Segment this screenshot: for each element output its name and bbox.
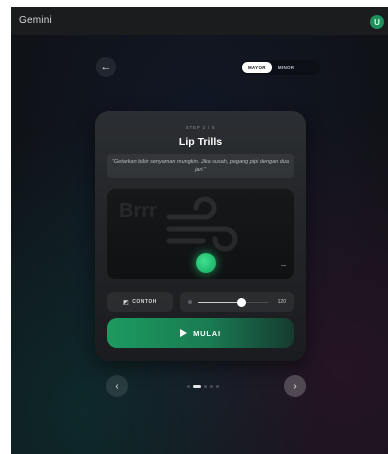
chevron-left-icon: ‹ xyxy=(115,380,119,392)
start-button[interactable]: MULAI xyxy=(107,318,294,348)
exercise-visual: Brrr xyxy=(107,189,294,279)
pagination-dot-active[interactable] xyxy=(193,384,201,388)
back-button[interactable]: ← xyxy=(96,57,116,77)
start-button-label: MULAI xyxy=(193,328,221,338)
tempo-icon xyxy=(188,300,192,304)
play-icon xyxy=(180,329,188,337)
pagination-dot[interactable] xyxy=(204,384,207,388)
mode-option-minor[interactable]: MINOR xyxy=(272,62,301,73)
breath-indicator xyxy=(196,253,216,273)
app-title: Gemini xyxy=(19,15,52,26)
tempo-slider-thumb[interactable] xyxy=(236,297,246,307)
tempo-control: 120 xyxy=(180,292,294,312)
exercise-stage: ← MAYOR MINOR STEP 2 / 5 Lip Trills "Get… xyxy=(11,35,388,454)
app-topbar: Gemini U xyxy=(11,7,388,35)
headphones-icon: ◩ xyxy=(123,299,130,306)
example-button-label: CONTOH xyxy=(132,299,157,305)
previous-button[interactable]: ‹ xyxy=(106,375,128,397)
exercise-title: Lip Trills xyxy=(178,136,223,148)
exercise-card: STEP 2 / 5 Lip Trills "Getarkan bibir se… xyxy=(95,111,306,361)
example-button[interactable]: ◩ CONTOH xyxy=(107,292,173,312)
tempo-value: 120 xyxy=(277,299,286,305)
pagination-dots xyxy=(187,384,219,388)
chevron-right-icon: › xyxy=(293,380,297,392)
pagination-dot[interactable] xyxy=(210,384,213,388)
scale-mode-toggle: MAYOR MINOR xyxy=(240,60,320,75)
visual-marker xyxy=(281,265,286,266)
controls-row: ◩ CONTOH 120 xyxy=(107,292,294,312)
avatar[interactable]: U xyxy=(370,15,384,29)
pagination-dot[interactable] xyxy=(187,384,190,388)
tempo-slider-fill xyxy=(198,301,242,303)
pagination-dot[interactable] xyxy=(216,384,219,388)
mode-option-mayor[interactable]: MAYOR xyxy=(242,62,272,73)
arrow-left-icon: ← xyxy=(100,61,112,73)
avatar-initial: U xyxy=(374,17,380,27)
instruction-text: "Getarkan bibir senyaman mungkin. Jika s… xyxy=(107,154,294,178)
tempo-slider[interactable] xyxy=(198,301,268,303)
next-button[interactable]: › xyxy=(284,375,306,397)
step-label: STEP 2 / 5 xyxy=(185,125,216,130)
app-window: Gemini U ← MAYOR MINOR STEP 2 / 5 Lip Tr… xyxy=(11,7,388,454)
